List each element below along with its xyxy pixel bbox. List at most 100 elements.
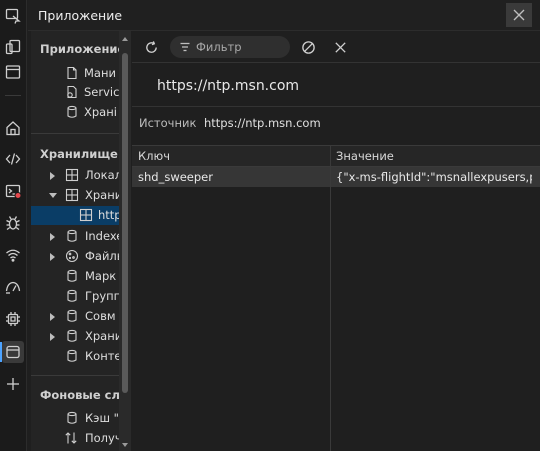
- cell-value[interactable]: {"x-ms-flightId":"msnallexpusers,p...: [336, 170, 532, 184]
- activity-separator: [5, 95, 21, 96]
- section-header-background-services[interactable]: Фоновые слу:: [40, 388, 119, 402]
- database-icon: [65, 229, 79, 243]
- refresh-button[interactable]: [142, 38, 160, 56]
- sidebar-item-local-storage[interactable]: Локал: [31, 166, 119, 185]
- expand-arrow-icon[interactable]: [50, 233, 55, 241]
- filter-box[interactable]: [170, 36, 290, 58]
- panel-toggle-icon[interactable]: [2, 61, 24, 83]
- file-icon: [65, 66, 79, 80]
- scroll-up-arrow-icon[interactable]: [122, 37, 128, 41]
- sidebar-item-interest-groups[interactable]: Групп: [31, 287, 119, 306]
- sidebar-item-label: Получ: [85, 431, 119, 445]
- sidebar-item-trust-tokens[interactable]: Марк: [31, 267, 119, 286]
- expand-arrow-icon[interactable]: [50, 333, 55, 341]
- database-icon: [65, 289, 79, 303]
- sidebar-item-label: Храні: [84, 105, 117, 119]
- sidebar-item-label: Кэш ": [85, 411, 119, 425]
- sync-arrows-icon: [64, 431, 78, 445]
- column-header-value[interactable]: Значение: [336, 149, 394, 163]
- database-icon: [65, 349, 79, 363]
- sidebar-item-back-forward-cache[interactable]: Кэш ": [31, 409, 119, 428]
- sidebar-item-storage[interactable]: Храні: [31, 103, 119, 122]
- scroll-thumb[interactable]: [122, 53, 128, 393]
- sidebar-item-label: Групп: [85, 289, 119, 303]
- sidebar-item-label: Храни: [85, 329, 119, 343]
- welcome-home-icon[interactable]: [2, 117, 24, 139]
- application-icon[interactable]: [2, 341, 24, 363]
- cell-key[interactable]: shd_sweeper: [138, 170, 326, 184]
- sidebar-item-session-storage[interactable]: Храни: [31, 186, 119, 205]
- sidebar-item-label: http: [98, 208, 119, 222]
- sidebar-scrollbar[interactable]: [119, 31, 131, 451]
- filter-lines-icon: [180, 42, 190, 52]
- section-divider: [31, 133, 119, 134]
- storage-toolbar: [132, 31, 540, 63]
- expand-arrow-icon[interactable]: [50, 172, 55, 180]
- device-emulation-icon[interactable]: [2, 36, 24, 58]
- table-header: Ключ Значение: [132, 146, 540, 167]
- panel-title: Приложение: [38, 8, 123, 23]
- cookie-icon: [65, 249, 79, 263]
- close-panel-button[interactable]: [506, 3, 532, 27]
- section-header-application[interactable]: Приложение: [40, 42, 119, 56]
- sidebar-item-label: Servic: [84, 85, 119, 99]
- elements-icon[interactable]: [2, 148, 24, 170]
- section-divider: [31, 375, 119, 376]
- source-value: https://ntp.msn.com: [204, 116, 321, 130]
- memory-chip-icon[interactable]: [2, 308, 24, 330]
- panel-titlebar: Приложение: [28, 0, 540, 31]
- expand-arrow-icon[interactable]: [50, 253, 55, 261]
- console-icon[interactable]: [2, 180, 24, 202]
- scroll-down-arrow-icon[interactable]: [122, 443, 128, 447]
- database-icon: [65, 309, 79, 323]
- table-row[interactable]: shd_sweeper {"x-ms-flightId":"msnallexpu…: [132, 167, 540, 187]
- inspect-icon[interactable]: [2, 5, 24, 27]
- performance-icon[interactable]: [2, 276, 24, 298]
- delete-selected-button[interactable]: [331, 38, 349, 56]
- close-icon: [513, 9, 525, 21]
- column-divider[interactable]: [330, 146, 331, 451]
- origin-divider: [132, 106, 540, 107]
- sidebar-item-label: Храни: [85, 188, 119, 202]
- storage-table: Ключ Значение shd_sweeper {"x-ms-flightI…: [132, 145, 540, 451]
- sidebar-item-indexeddb[interactable]: Indexe: [31, 227, 119, 246]
- sources-bug-icon[interactable]: [2, 212, 24, 234]
- sidebar-item-label: Конте: [85, 349, 119, 363]
- sidebar-item-origin-selected[interactable]: http: [31, 206, 119, 225]
- table-grid-icon: [65, 168, 79, 182]
- sidebar-item-content-settings[interactable]: Конте: [31, 347, 119, 366]
- sidebar-item-shared-storage[interactable]: Совм: [31, 307, 119, 326]
- column-header-key[interactable]: Ключ: [138, 149, 170, 163]
- sidebar-item-manifest[interactable]: Мани: [31, 64, 119, 83]
- source-label: Источник: [139, 116, 197, 130]
- application-sidebar: Приложение Мани Servic Храні Хранилище Л…: [31, 31, 119, 451]
- sidebar-item-storage-buckets[interactable]: Храни: [31, 327, 119, 346]
- close-x-icon: [334, 41, 346, 53]
- section-header-storage[interactable]: Хранилище: [40, 147, 118, 161]
- sidebar-item-background-fetch[interactable]: Получ: [31, 429, 119, 448]
- database-icon: [65, 269, 79, 283]
- sidebar-item-label: Мани: [84, 66, 116, 80]
- database-icon: [65, 411, 79, 425]
- clear-all-button[interactable]: [299, 38, 317, 56]
- sidebar-item-label: Марк: [85, 269, 117, 283]
- sidebar-item-label: Файлы: [85, 249, 119, 263]
- collapse-arrow-icon[interactable]: [49, 193, 57, 198]
- activity-bar: [0, 0, 27, 451]
- sidebar-item-cookies[interactable]: Файлы: [31, 247, 119, 266]
- table-grid-icon: [79, 208, 93, 222]
- database-icon: [65, 105, 79, 119]
- network-wifi-icon[interactable]: [2, 244, 24, 266]
- sidebar-item-label: Совм: [85, 309, 116, 323]
- sidebar-item-label: Indexe: [85, 229, 119, 243]
- database-icon: [65, 329, 79, 343]
- sidebar-item-service-workers[interactable]: Servic: [31, 83, 119, 102]
- refresh-icon: [145, 40, 157, 53]
- clear-block-icon: [301, 40, 315, 54]
- add-tool-icon[interactable]: [2, 373, 24, 395]
- sidebar-item-label: Локал: [85, 168, 119, 182]
- filter-input[interactable]: [196, 38, 284, 56]
- expand-arrow-icon[interactable]: [50, 313, 55, 321]
- table-grid-icon: [65, 188, 79, 202]
- storage-main-panel: https://ntp.msn.com Источник https://ntp…: [132, 31, 540, 451]
